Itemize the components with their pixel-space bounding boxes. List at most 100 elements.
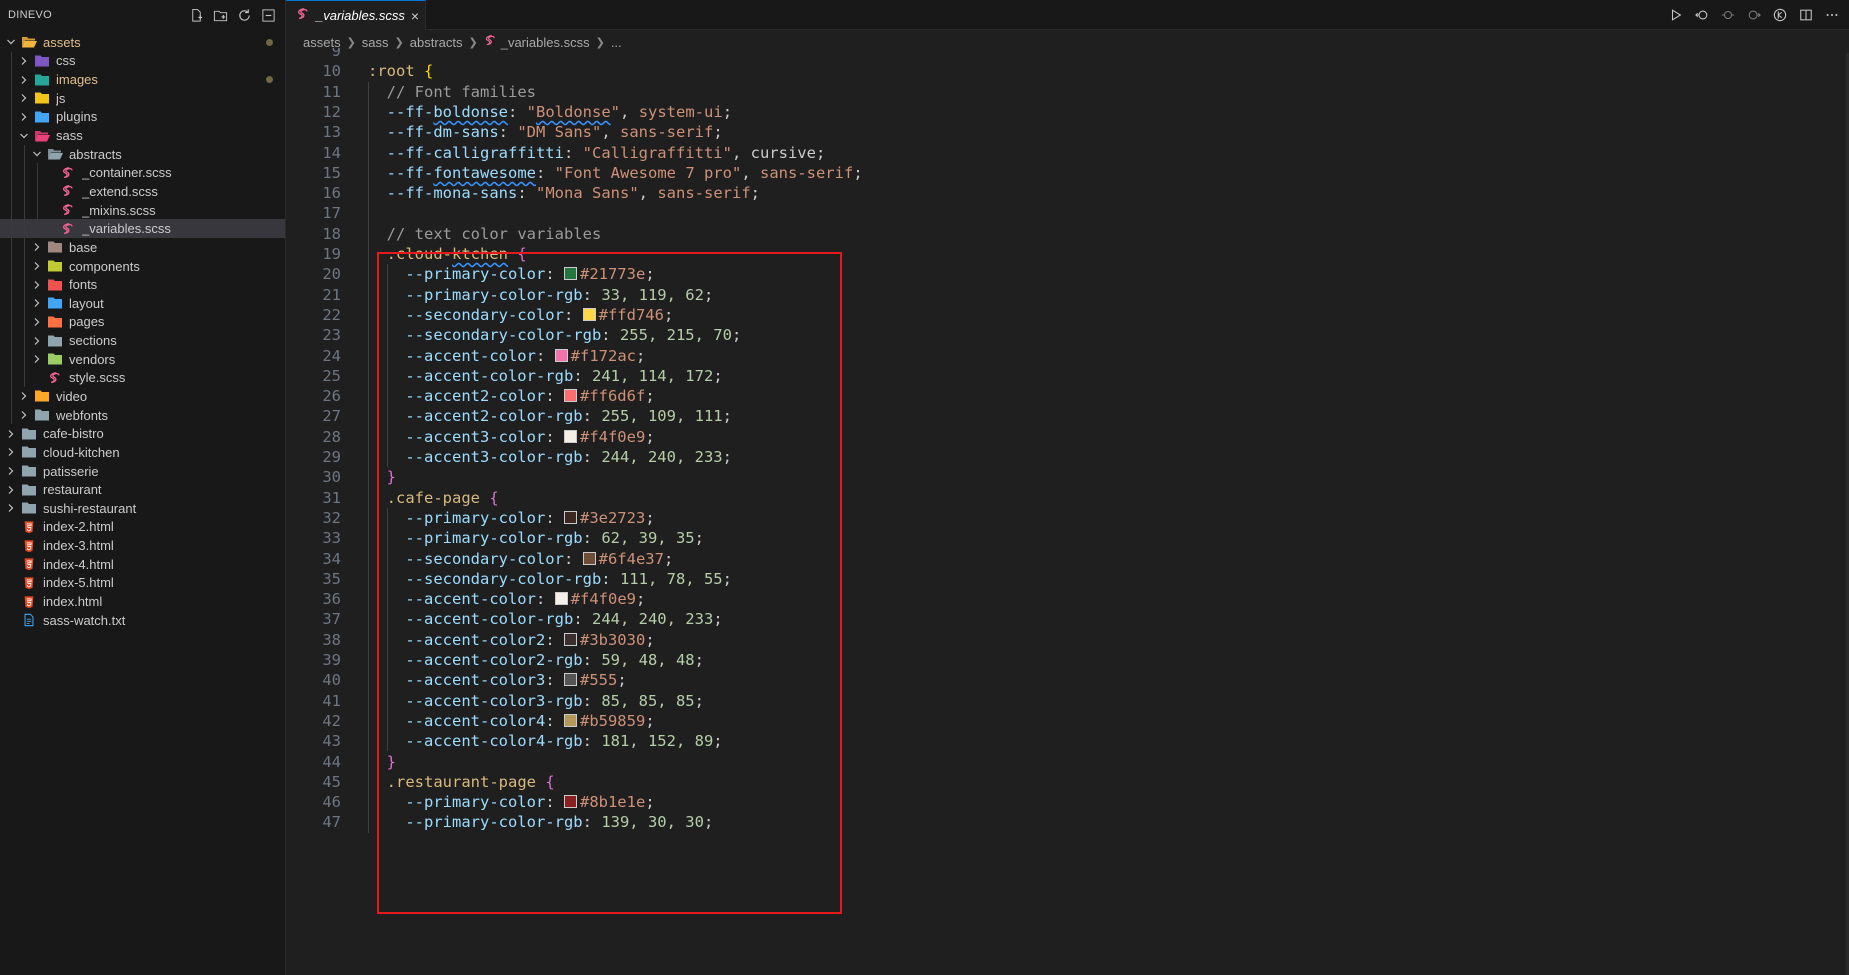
split-editor-icon[interactable] [1797,6,1815,24]
timeline-icon[interactable] [1719,6,1737,24]
chevron-right-icon[interactable] [16,90,32,106]
code-token: --secondary-color [405,549,564,568]
folder-item[interactable]: webfonts [0,405,285,425]
folder-item[interactable]: patisserie [0,462,285,481]
color-swatch[interactable] [563,795,577,809]
folder-item[interactable]: abstracts [0,144,285,164]
color-swatch[interactable] [563,510,577,524]
chevron-right-icon[interactable] [29,314,45,330]
folder-item[interactable]: fonts [0,275,285,294]
folder-item[interactable]: cloud-kitchen [0,443,285,462]
chevron-right-icon[interactable] [29,295,45,311]
chevron-right-icon[interactable] [29,239,45,255]
code-token: { [424,62,434,81]
chevron-right-icon[interactable] [29,258,45,274]
chevron-down-icon[interactable] [16,128,32,144]
chevron-right-icon[interactable] [16,72,32,88]
file-item[interactable]: _mixins.scss [0,200,285,220]
folder-item[interactable]: restaurant [0,480,285,499]
chevron-right-icon[interactable] [3,463,19,479]
chevron-right-icon[interactable] [16,53,32,69]
code-token: --accent2-color-rgb [405,407,583,426]
file-item[interactable]: sass-watch.txt [0,611,285,630]
file-item[interactable]: index-2.html [0,518,285,537]
go-forward-icon[interactable] [1745,6,1763,24]
color-swatch[interactable] [563,632,577,646]
code-token: --ff-calligraffitti [386,143,564,162]
color-swatch[interactable] [563,713,577,727]
folder-item[interactable]: sass [0,126,285,145]
code-token: #b59859 [579,711,646,730]
indent-guide [24,368,25,388]
folder-item[interactable]: css [0,51,285,71]
chevron-right-icon[interactable] [16,388,32,404]
color-swatch[interactable] [563,429,577,443]
chevron-right-icon[interactable] [3,426,19,442]
tab-variables-scss[interactable]: _variables.scss × [286,0,426,30]
git-compare-icon[interactable] [1771,6,1789,24]
new-file-icon[interactable] [188,7,205,24]
file-item[interactable]: index-3.html [0,536,285,555]
chevron-right-icon[interactable] [3,500,19,516]
file-item[interactable]: _variables.scss [0,219,285,239]
indent-guide [11,368,12,388]
code-token: ; [731,326,742,345]
color-swatch[interactable] [554,348,568,362]
folder-item[interactable]: components [0,256,285,276]
folder-item[interactable]: images [0,70,285,89]
color-swatch[interactable] [563,267,577,281]
file-item[interactable]: index-4.html [0,555,285,574]
file-item[interactable]: style.scss [0,368,285,388]
folder-item[interactable]: layout [0,293,285,313]
tab-close-button[interactable]: × [411,8,419,24]
line-number: 39 [322,651,341,669]
code-token: #f4f0e9 [570,590,636,609]
run-icon[interactable] [1667,6,1685,24]
code-token: .cafe-page [386,488,490,507]
file-item[interactable]: _container.scss [0,163,285,183]
color-swatch[interactable] [554,592,568,606]
collapse-all-icon[interactable] [260,7,277,24]
color-swatch[interactable] [563,389,577,403]
color-swatch[interactable] [582,307,596,321]
color-swatch[interactable] [563,673,577,687]
chevron-right-icon[interactable] [3,482,19,498]
chevron-right-icon[interactable] [29,351,45,367]
folder-item[interactable]: base [0,238,285,257]
chevron-down-icon[interactable] [3,34,19,50]
chevron-right-icon[interactable] [16,407,32,423]
code-token: --accent-color-rgb [405,610,574,629]
chevron-right-icon[interactable] [3,444,19,460]
folder-item[interactable]: pages [0,312,285,332]
code-editor[interactable]: 9 10:root {11 // Font families 12 --ff-bol… [286,48,1849,975]
folder-item[interactable]: sections [0,331,285,350]
folder-item[interactable]: sushi-restaurant [0,499,285,518]
more-actions-icon[interactable] [1823,6,1841,24]
go-back-icon[interactable] [1693,6,1711,24]
new-folder-icon[interactable] [212,7,229,24]
color-swatch[interactable] [582,551,596,565]
file-item[interactable]: index-5.html [0,574,285,593]
folder-item[interactable]: cafe-bistro [0,424,285,443]
folder-item[interactable]: vendors [0,349,285,369]
chevron-right-icon[interactable] [29,333,45,349]
folder-item[interactable]: video [0,387,285,406]
line-number: 27 [322,407,341,426]
folder-item[interactable]: assets [0,33,285,52]
refresh-icon[interactable] [236,7,253,24]
folder-item[interactable]: plugins [0,107,285,127]
code-text: } [368,467,396,487]
line-number: 28 [322,427,341,446]
indent-guide [11,405,12,425]
code-text: --accent-color2-rgb: 59, 48, 48; [368,650,704,670]
chevron-right-icon[interactable] [16,109,32,125]
folder-icon [21,501,37,515]
file-item[interactable]: _extend.scss [0,182,285,201]
chevron-down-icon[interactable] [29,146,45,162]
file-item[interactable]: index.html [0,592,285,611]
folder-item[interactable]: js [0,88,285,108]
chevron-right-icon[interactable] [29,277,45,293]
